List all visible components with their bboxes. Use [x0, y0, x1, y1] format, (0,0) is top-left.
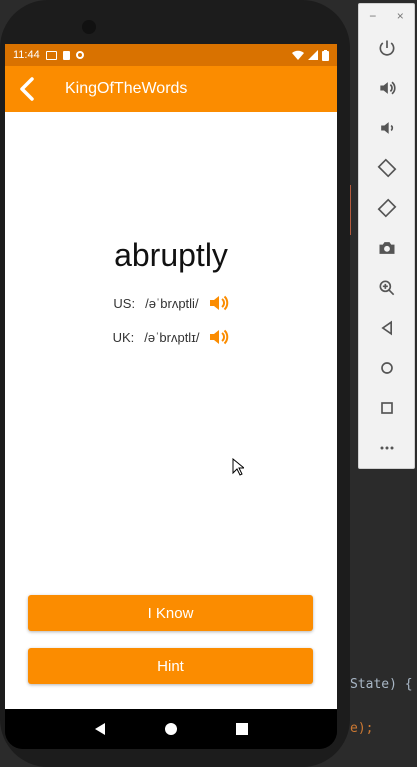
sync-icon: [75, 51, 84, 59]
uk-speaker-button[interactable]: [209, 327, 229, 347]
emulator-toolbar: − ×: [358, 3, 415, 469]
overview-nav-button[interactable]: [359, 388, 414, 428]
us-speaker-button[interactable]: [209, 293, 229, 313]
mouse-cursor-icon: [232, 458, 244, 476]
i-know-button[interactable]: I Know: [28, 595, 313, 631]
more-button[interactable]: [359, 428, 414, 468]
overview-icon: [380, 402, 393, 414]
hint-button[interactable]: Hint: [28, 648, 313, 684]
power-button[interactable]: [359, 28, 414, 68]
uk-pronunciation: UK: /əˈbrʌptlɪ/: [5, 327, 337, 347]
zoom-icon: [379, 280, 394, 296]
camera-icon: [379, 242, 394, 254]
minimize-button[interactable]: −: [369, 9, 376, 23]
system-nav-bar: [5, 709, 337, 749]
file-icon: [62, 50, 70, 60]
app-title: KingOfTheWords: [65, 80, 188, 97]
code-line: State) {: [350, 677, 413, 692]
rotate-right-button[interactable]: [359, 188, 414, 228]
back-icon[interactable]: [93, 722, 107, 736]
message-icon: [45, 50, 57, 60]
phone-screen: 11:44 KingOfTheWords abruptly US: /əˈbrʌ…: [5, 44, 337, 749]
back-nav-button[interactable]: [359, 308, 414, 348]
word-card: abruptly US: /əˈbrʌptli/ UK: /əˈbrʌptlɪ/…: [5, 112, 337, 709]
volume-up-icon: [379, 81, 396, 95]
chevron-left-icon: [20, 77, 34, 101]
volume-down-button[interactable]: [359, 108, 414, 148]
app-bar: KingOfTheWords: [5, 66, 337, 112]
rotate-left-button[interactable]: [359, 148, 414, 188]
word-text: abruptly: [114, 237, 228, 273]
speaker-icon: [209, 295, 228, 311]
camera-button[interactable]: [359, 228, 414, 268]
code-line: e);: [350, 721, 374, 736]
us-label: US:: [113, 295, 136, 311]
phone-frame: 11:44 KingOfTheWords abruptly US: /əˈbrʌ…: [0, 0, 350, 767]
status-time: 11:44: [13, 49, 40, 61]
home-icon[interactable]: [164, 722, 178, 736]
rotate-left-icon: [377, 158, 396, 178]
back-button[interactable]: [9, 66, 45, 112]
uk-ipa: /əˈbrʌptlɪ/: [144, 329, 200, 345]
speaker-icon: [210, 329, 229, 345]
battery-icon: [322, 49, 329, 61]
volume-up-button[interactable]: [359, 68, 414, 108]
power-icon: [379, 40, 394, 56]
overview-icon[interactable]: [235, 722, 249, 736]
more-icon: [380, 446, 393, 450]
home-nav-button[interactable]: [359, 348, 414, 388]
close-button[interactable]: ×: [397, 9, 404, 23]
camera-lens: [82, 20, 96, 34]
signal-icon: [308, 50, 318, 60]
rotate-right-icon: [377, 198, 396, 218]
back-icon: [380, 320, 392, 336]
zoom-button[interactable]: [359, 268, 414, 308]
volume-down-icon: [380, 122, 393, 134]
wifi-icon: [292, 50, 304, 60]
uk-label: UK:: [112, 329, 135, 345]
home-icon: [380, 362, 393, 374]
us-pronunciation: US: /əˈbrʌptli/: [5, 293, 337, 313]
status-bar: 11:44: [5, 44, 337, 66]
us-ipa: /əˈbrʌptli/: [145, 295, 199, 311]
